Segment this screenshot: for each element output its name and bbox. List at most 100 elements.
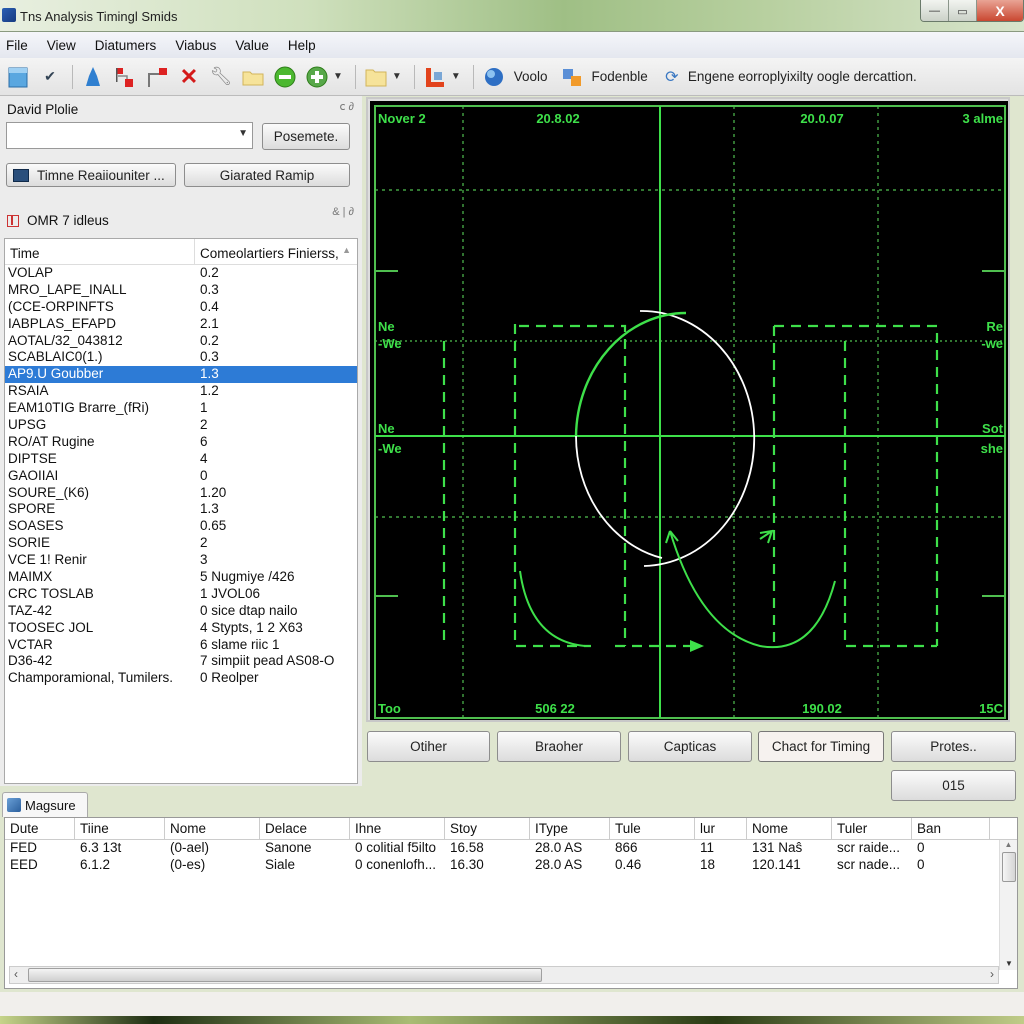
scope-canvas[interactable]: Nover 2 20.8.02 20.0.07 3 alme Ne -We Ne -We Re -…: [370, 101, 1008, 720]
list-item[interactable]: SORIE 2: [5, 535, 357, 552]
maximize-button[interactable]: ▭: [949, 0, 977, 21]
flag-connect-icon[interactable]: [113, 65, 137, 89]
scroll-down-icon[interactable]: ▼: [1000, 959, 1018, 968]
chart-for-timing-button[interactable]: Chact for Timing: [758, 731, 884, 762]
menu-file[interactable]: File: [6, 38, 28, 53]
minus-circle-icon[interactable]: [273, 65, 297, 89]
table-cell: Siale: [265, 857, 296, 872]
grid-column-header[interactable]: Ban: [912, 818, 990, 839]
flag-link-icon[interactable]: [145, 65, 169, 89]
add-circle-icon[interactable]: [305, 65, 329, 89]
menu-viabus[interactable]: Viabus: [175, 38, 216, 53]
grid-column-header[interactable]: lur: [695, 818, 747, 839]
folder-dropdown-caret[interactable]: ▼: [392, 71, 402, 82]
folder-icon[interactable]: [241, 65, 265, 89]
list-item[interactable]: AP9.U Goubber 1.3: [5, 366, 357, 384]
menu-value[interactable]: Value: [235, 38, 269, 53]
menu-help[interactable]: Help: [288, 38, 316, 53]
list-item-name: SOASES: [8, 518, 64, 534]
timer-button[interactable]: Timne Reaiiouniter ...: [6, 163, 176, 187]
menu-diatumers[interactable]: Diatumers: [95, 38, 157, 53]
table-row[interactable]: FED 6.3 13t (0-ael) Sanone 0 colitial f5ilto…: [5, 840, 1017, 857]
grid-column-header[interactable]: Tuler: [832, 818, 912, 839]
list-item[interactable]: D36-42 7 simpiit pead AS08-O: [5, 653, 357, 670]
list-item[interactable]: (CCE-ORPINFTS 0.4: [5, 299, 357, 316]
list-item[interactable]: RSAIA 1.2: [5, 383, 357, 400]
list-item[interactable]: Champoramional, Tumilers. 0 Reolper: [5, 670, 357, 687]
menu-view[interactable]: View: [47, 38, 76, 53]
scope-label-top-mid1: 20.8.02: [536, 111, 579, 126]
list-item[interactable]: VCTAR 6 slame riic 1: [5, 637, 357, 654]
list-item[interactable]: CRC TOSLAB 1 JVOL06: [5, 586, 357, 603]
horizontal-scroll-thumb[interactable]: [28, 968, 542, 982]
scroll-right-icon[interactable]: ›: [990, 967, 994, 981]
add-dropdown-caret[interactable]: ▼: [333, 71, 343, 82]
grid-column-header[interactable]: Tiine: [75, 818, 165, 839]
list-item[interactable]: DIPTSE 4: [5, 451, 357, 468]
toolbar-engine-status[interactable]: Engene eorroplyixilty oogle dercattion.: [688, 69, 917, 84]
chevron-down-icon[interactable]: ▼: [238, 128, 248, 139]
list-item[interactable]: AOTAL/32_043812 0.2: [5, 333, 357, 350]
list-item[interactable]: SCABLAIC0(1.) 0.3: [5, 349, 357, 366]
grid-column-header[interactable]: Dute: [5, 818, 75, 839]
toolbar-voolo[interactable]: Voolo: [514, 69, 548, 84]
grid-icon: [7, 214, 19, 227]
grid-column-header[interactable]: Tule: [610, 818, 695, 839]
list-item[interactable]: TOOSEC JOL 4 Stypts, 1 2 X63: [5, 620, 357, 637]
list-item[interactable]: VCE 1! Renir 3: [5, 552, 357, 569]
pin-icon[interactable]: ⅽ ∂: [339, 100, 354, 113]
braoher-button[interactable]: Braoher: [497, 731, 621, 762]
list-item[interactable]: MAIMX 5 Nugmiye /426: [5, 569, 357, 586]
scroll-up-icon[interactable]: ▲: [1000, 840, 1017, 849]
scroll-left-icon[interactable]: ‹: [14, 967, 18, 981]
list-item-name: RSAIA: [8, 383, 49, 399]
wrench-icon[interactable]: 🔧︎: [209, 65, 233, 89]
puzzle-icon[interactable]: [560, 65, 584, 89]
bell-icon[interactable]: [81, 65, 105, 89]
list-item[interactable]: VOLAP 0.2: [5, 265, 357, 282]
grid-column-header[interactable]: IType: [530, 818, 610, 839]
grid-column-header[interactable]: Ihne: [350, 818, 445, 839]
globe-icon[interactable]: [482, 65, 506, 89]
toolbar-fodenble[interactable]: Fodenble: [592, 69, 648, 84]
capticas-button[interactable]: Capticas: [628, 731, 752, 762]
column-header-value[interactable]: Comeolartiers Finierss, ▲: [195, 239, 357, 264]
new-document-icon[interactable]: [6, 65, 30, 89]
tab-measure[interactable]: Magsure: [2, 792, 88, 817]
list-item[interactable]: IABPLAS_EFAPD 2.1: [5, 316, 357, 333]
chart-icon[interactable]: [423, 65, 447, 89]
table-row[interactable]: EED 6.1.2 (0-es) Siale 0 conenlofh... 16.30 28…: [5, 857, 1017, 874]
close-button[interactable]: X: [977, 0, 1023, 21]
list-item[interactable]: TAZ-42 0 sice dtap nailo: [5, 603, 357, 620]
grid-column-header[interactable]: Delace: [260, 818, 350, 839]
delete-icon[interactable]: ✕: [177, 64, 201, 89]
protes-button[interactable]: Protes..: [891, 731, 1016, 762]
grid-column-header[interactable]: Nome: [165, 818, 260, 839]
list-item[interactable]: RO/AT Rugine 6: [5, 434, 357, 451]
list-item[interactable]: SPORE 1.3: [5, 501, 357, 518]
horizontal-scrollbar[interactable]: ‹ ›: [9, 966, 999, 984]
vertical-scroll-thumb[interactable]: [1002, 852, 1016, 882]
list-item[interactable]: UPSG 2: [5, 417, 357, 434]
minimize-button[interactable]: —: [921, 0, 949, 21]
profile-combo[interactable]: ▼: [6, 122, 253, 149]
grid-column-header[interactable]: Stoy: [445, 818, 530, 839]
check-icon[interactable]: ✔: [38, 65, 62, 89]
list-item[interactable]: SOURE_(K6) 1.20: [5, 485, 357, 502]
open-folder-icon[interactable]: [364, 65, 388, 89]
grid-column-header[interactable]: Nome: [747, 818, 832, 839]
column-header-time[interactable]: Time: [5, 239, 195, 264]
chart-dropdown-caret[interactable]: ▼: [451, 71, 461, 82]
section-pin-icon[interactable]: & | ∂: [332, 206, 354, 218]
other-button[interactable]: Otiher: [367, 731, 490, 762]
list-item-name: GAOIIAI: [8, 467, 59, 483]
vertical-scrollbar[interactable]: ▲ ▼: [999, 840, 1017, 970]
refresh-icon[interactable]: ⟳: [660, 65, 684, 89]
apply-button[interactable]: Posemete.: [262, 123, 350, 150]
list-item[interactable]: GAOIIAI 0: [5, 468, 357, 485]
list-item[interactable]: MRO_LAPE_INALL 0.3: [5, 282, 357, 299]
ramp-button[interactable]: Giarated Ramip: [184, 163, 350, 187]
list-item[interactable]: SOASES 0.65: [5, 518, 357, 535]
list-item[interactable]: EAM10TIG Brarre_(fRi) 1: [5, 400, 357, 417]
list-item-value: 1.3: [200, 366, 219, 382]
